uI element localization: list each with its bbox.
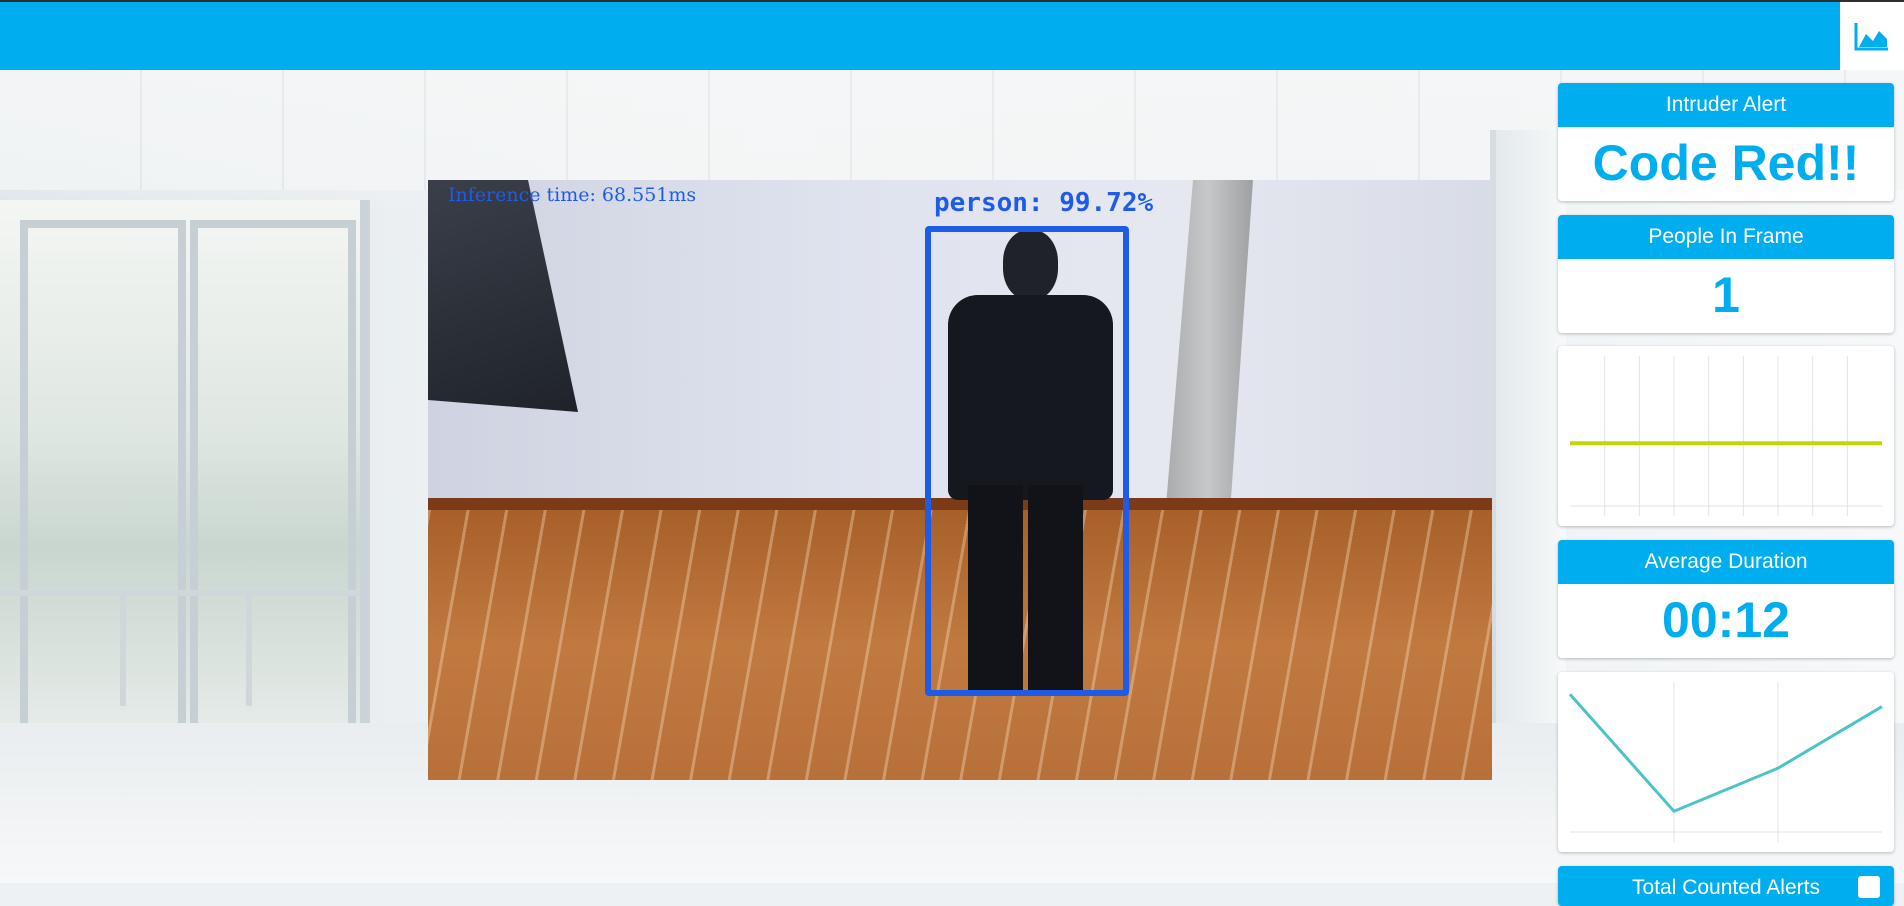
average-duration-title: Average Duration xyxy=(1558,540,1894,584)
people-in-frame-title: People In Frame xyxy=(1558,215,1894,259)
average-duration-card: Average Duration 00:12 xyxy=(1558,540,1894,658)
intruder-alert-card: Intruder Alert Code Red!! xyxy=(1558,83,1894,201)
top-bar xyxy=(0,0,1840,70)
people-count-chart xyxy=(1570,356,1882,516)
series-line xyxy=(1568,693,1883,813)
people-in-frame-value: 1 xyxy=(1712,267,1740,323)
duration-chart-card xyxy=(1558,672,1894,852)
total-counted-alerts-header: Total Counted Alerts xyxy=(1558,866,1894,906)
balcony-railing xyxy=(0,590,360,706)
detection-bounding-box xyxy=(925,226,1129,696)
total-counted-alerts-title: Total Counted Alerts xyxy=(1632,876,1820,899)
stats-toggle-button[interactable] xyxy=(1840,0,1904,70)
total-counted-alerts-card: Total Counted Alerts xyxy=(1558,866,1894,906)
chart-icon[interactable] xyxy=(1858,876,1880,898)
detection-label: person: 99.72% xyxy=(934,188,1154,218)
video-feed: person: 99.72% Inference time: 68.551ms xyxy=(428,180,1492,780)
window-wall xyxy=(0,200,370,780)
people-chart-card xyxy=(1558,346,1894,526)
people-in-frame-card: People In Frame 1 xyxy=(1558,215,1894,333)
area-chart-icon xyxy=(1854,23,1888,51)
average-duration-value: 00:12 xyxy=(1662,592,1790,648)
intruder-alert-title: Intruder Alert xyxy=(1558,83,1894,127)
inference-time-text: Inference time: 68.551ms xyxy=(448,184,697,206)
glass-partition xyxy=(1490,130,1566,750)
intruder-alert-value: Code Red!! xyxy=(1592,135,1860,191)
duration-chart xyxy=(1568,682,1883,842)
